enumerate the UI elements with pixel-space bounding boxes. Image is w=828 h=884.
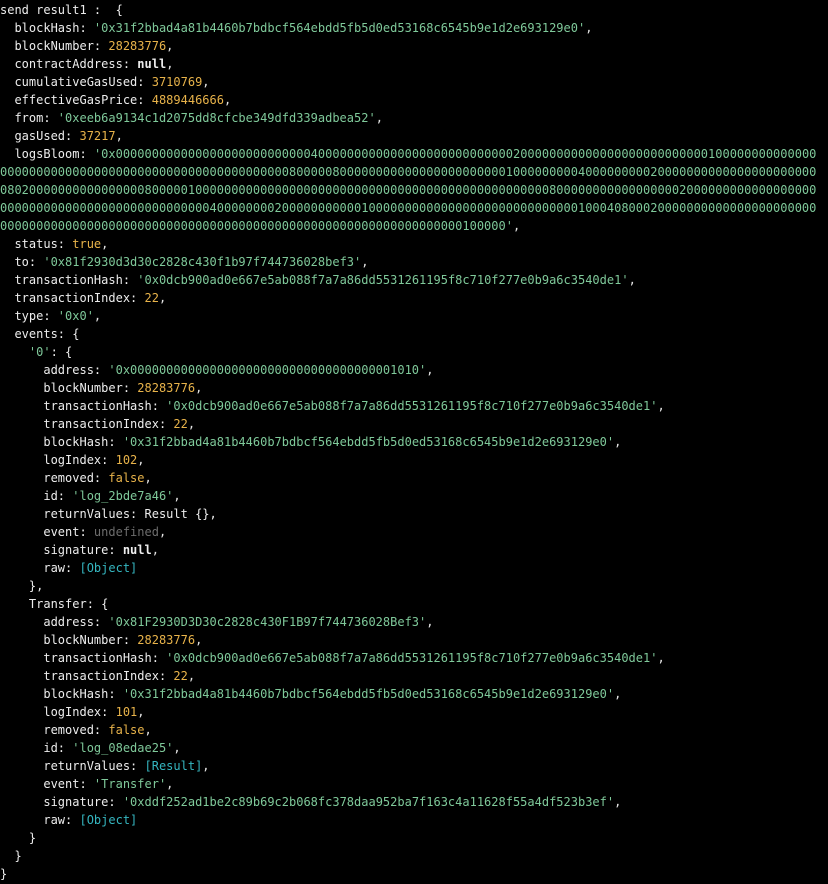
transfer-address-line: address: '0x81F2930D3D30c2828c430F1B97f7… [0, 615, 434, 629]
status-line: status: true, [0, 237, 109, 251]
type-line: type: '0x0', [0, 309, 102, 323]
transactionhash-value: '0x0dcb900ad0e667e5ab088f7a7a86dd5531261… [137, 273, 629, 287]
event0-signature-value: null [122, 543, 152, 557]
event0-open-line: '0': { [28, 345, 73, 359]
transfer-raw-value: [Object] [79, 813, 138, 827]
transactionindex-value: 22 [144, 291, 159, 305]
transfer-blockhash-value: '0x31f2bbad4a81b4460b7bdbcf564ebdd5fb5d0… [122, 687, 615, 701]
transfer-event-value: 'Transfer' [93, 777, 167, 791]
transfer-transactionhash-value: '0x0dcb900ad0e667e5ab088f7a7a86dd5531261… [166, 651, 658, 665]
effectivegasprice-line: effectiveGasPrice: 4889446666, [0, 93, 232, 107]
to-line: to: '0x81f2930d3d30c2828c430f1b97f744736… [0, 255, 369, 269]
transfer-transactionhash-line: transactionHash: '0x0dcb900ad0e667e5ab08… [0, 651, 665, 665]
event0-blocknumber-value: 28283776 [137, 381, 196, 395]
type-value: '0x0' [57, 309, 94, 323]
event0-transactionhash-value: '0x0dcb900ad0e667e5ab088f7a7a86dd5531261… [166, 399, 658, 413]
event0-blockhash-line: blockHash: '0x31f2bbad4a81b4460b7bdbcf56… [0, 435, 622, 449]
from-line: from: '0xeeb6a9134c1d2075dd8cfcbe349dfd3… [0, 111, 383, 125]
transfer-blocknumber-line: blockNumber: 28283776, [0, 633, 203, 647]
event0-key: '0' [28, 345, 51, 359]
to-value: '0x81f2930d3d30c2828c430f1b97f744736028b… [43, 255, 362, 269]
gasused-line: gasUsed: 37217, [0, 129, 123, 143]
event0-close-line: }, [0, 579, 44, 593]
transfer-blocknumber-value: 28283776 [137, 633, 196, 647]
header-text: send result1 : { [0, 3, 123, 17]
transfer-event-line: event: 'Transfer', [0, 777, 174, 791]
event0-signature-line: signature: null, [0, 543, 159, 557]
event0-id-value: 'log_2bde7a46' [72, 489, 174, 503]
event0-event-value: undefined [93, 525, 159, 539]
cumulativegasused-line: cumulativeGasUsed: 3710769, [0, 75, 210, 89]
effectivegasprice-value: 4889446666 [151, 93, 224, 107]
transfer-logindex-value: 101 [115, 705, 138, 719]
transfer-removed-line: removed: false, [0, 723, 152, 737]
transfer-returnvalues-line: returnValues: [Result], [0, 759, 210, 773]
transfer-id-value: 'log_08edae25' [72, 741, 174, 755]
status-value: true [72, 237, 102, 251]
root-close-line: } [0, 867, 8, 881]
transfer-signature-line: signature: '0xddf252ad1be2c89b69c2b068fc… [0, 795, 622, 809]
blocknumber-line: blockNumber: 28283776, [0, 39, 174, 53]
blockhash-value: '0x31f2bbad4a81b4460b7bdbcf564ebdd5fb5d0… [93, 21, 586, 35]
event0-transactionindex-line: transactionIndex: 22, [0, 417, 196, 431]
cumulativegasused-value: 3710769 [151, 75, 203, 89]
transfer-raw-line: raw: [Object] [0, 813, 138, 827]
transfer-logindex-line: logIndex: 101, [0, 705, 145, 719]
event0-address-line: address: '0x0000000000000000000000000000… [0, 363, 434, 377]
event0-removed-value: false [108, 471, 145, 485]
transfer-transactionindex-line: transactionIndex: 22, [0, 669, 196, 683]
transfer-open-line: Transfer: { [28, 597, 109, 611]
transfer-blockhash-line: blockHash: '0x31f2bbad4a81b4460b7bdbcf56… [0, 687, 622, 701]
logsbloom-value: '0x0000000000000000000000000004000000000… [0, 147, 817, 233]
gasused-value: 37217 [79, 129, 116, 143]
contractaddress-value: null [137, 57, 167, 71]
event0-id-line: id: 'log_2bde7a46', [0, 489, 181, 503]
events-close-line: } [0, 849, 22, 863]
transfer-removed-value: false [108, 723, 145, 737]
event0-blocknumber-line: blockNumber: 28283776, [0, 381, 203, 395]
transfer-transactionindex-value: 22 [173, 669, 188, 683]
event0-logindex-value: 102 [115, 453, 138, 467]
transfer-close-line: } [0, 831, 37, 845]
event0-event-line: event: undefined, [0, 525, 167, 539]
transactionhash-line: transactionHash: '0x0dcb900ad0e667e5ab08… [0, 273, 636, 287]
transfer-signature-value: '0xddf252ad1be2c89b69c2b068fc378daa952ba… [122, 795, 615, 809]
event0-address-value: '0x0000000000000000000000000000000000001… [108, 363, 427, 377]
events-line: events: { [0, 327, 80, 341]
event0-transactionindex-value: 22 [173, 417, 188, 431]
header-line: send result1 : { [0, 1, 828, 19]
event0-logindex-line: logIndex: 102, [0, 453, 145, 467]
event0-removed-line: removed: false, [0, 471, 152, 485]
contractaddress-line: contractAddress: null, [0, 57, 174, 71]
event0-returnvalues-line: returnValues: Result {}, [0, 507, 217, 521]
transfer-returnvalues-value: [Result] [144, 759, 203, 773]
from-value: '0xeeb6a9134c1d2075dd8cfcbe349dfd339adbe… [57, 111, 376, 125]
event0-raw-line: raw: [Object] [0, 561, 138, 575]
event0-transactionhash-line: transactionHash: '0x0dcb900ad0e667e5ab08… [0, 399, 665, 413]
blocknumber-value: 28283776 [108, 39, 167, 53]
blockhash-line: blockHash: '0x31f2bbad4a81b4460b7bdbcf56… [0, 21, 593, 35]
transactionindex-line: transactionIndex: 22, [0, 291, 167, 305]
transfer-key: Transfer [28, 597, 87, 611]
event0-blockhash-value: '0x31f2bbad4a81b4460b7bdbcf564ebdd5fb5d0… [122, 435, 615, 449]
transfer-id-line: id: 'log_08edae25', [0, 741, 181, 755]
transfer-address-value: '0x81F2930D3D30c2828c430F1B97f744736028B… [108, 615, 427, 629]
event0-raw-value: [Object] [79, 561, 138, 575]
logsbloom-line: logsBloom: '0x00000000000000000000000000… [0, 147, 817, 233]
terminal-output: send result1 : { blockHash: '0x31f2bbad4… [0, 0, 828, 884]
event0-returnvalues-value: Result {}, [144, 507, 217, 521]
